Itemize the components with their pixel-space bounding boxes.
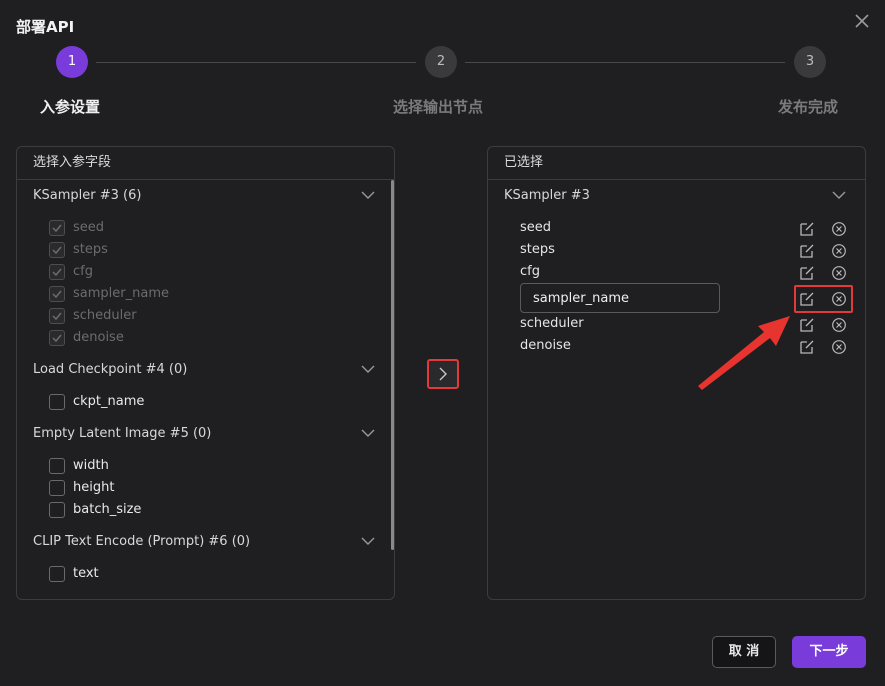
- remove-circle-icon[interactable]: [831, 243, 847, 259]
- edit-icon[interactable]: [799, 243, 815, 259]
- group-label: Empty Latent Image #5 (0): [33, 426, 212, 441]
- item-label: width: [73, 458, 109, 473]
- step-1-label: 入参设置: [40, 98, 101, 116]
- remove-circle-icon[interactable]: [831, 317, 847, 333]
- selected-item-label: steps: [520, 242, 555, 257]
- checkbox[interactable]: [49, 458, 65, 474]
- chevron-down-icon: [361, 365, 375, 373]
- checkbox-checked: [49, 308, 65, 324]
- checkbox-checked: [49, 330, 65, 346]
- field-name-input[interactable]: [520, 283, 720, 313]
- item-label: batch_size: [73, 502, 142, 517]
- checkbox-checked: [49, 286, 65, 302]
- item-label: text: [73, 566, 99, 581]
- selected-panel: 已选择: [487, 146, 866, 600]
- checkbox[interactable]: [49, 394, 65, 410]
- selected-panel-header: 已选择: [488, 147, 865, 180]
- item-label: height: [73, 480, 115, 495]
- transfer-right-button[interactable]: [427, 359, 459, 389]
- dialog-title: 部署API: [16, 18, 75, 36]
- selected-item-label: cfg: [520, 264, 540, 279]
- group-label: KSampler #3 (6): [33, 188, 142, 203]
- step-1-circle: 1: [56, 46, 88, 78]
- selected-item-label: seed: [520, 220, 552, 235]
- edit-icon[interactable]: [799, 339, 815, 355]
- group-clip-text-encode[interactable]: CLIP Text Encode (Prompt) #6 (0): [33, 532, 379, 552]
- step-3-label: 发布完成: [778, 98, 839, 116]
- selected-item-label: denoise: [520, 338, 571, 353]
- cancel-button[interactable]: 取 消: [712, 636, 776, 668]
- edit-icon[interactable]: [799, 221, 815, 237]
- checkbox[interactable]: [49, 566, 65, 582]
- item-label: scheduler: [73, 308, 137, 323]
- step-2-label: 选择输出节点: [393, 98, 484, 116]
- checkbox-checked: [49, 220, 65, 236]
- item-label: sampler_name: [73, 286, 169, 301]
- next-step-button[interactable]: 下一步: [792, 636, 866, 668]
- scrollbar[interactable]: [391, 180, 394, 550]
- checkbox-checked: [49, 242, 65, 258]
- remove-circle-icon[interactable]: [831, 265, 847, 281]
- step-connector: [96, 62, 416, 63]
- chevron-right-icon: [439, 367, 447, 381]
- remove-circle-icon[interactable]: [831, 291, 847, 307]
- step-3-circle: 3: [794, 46, 826, 78]
- selected-group-ksampler[interactable]: KSampler #3: [504, 186, 850, 206]
- edit-icon[interactable]: [799, 291, 815, 307]
- group-label: KSampler #3: [504, 188, 590, 203]
- item-label: ckpt_name: [73, 394, 145, 409]
- annotation-arrow-icon: [698, 316, 790, 390]
- chevron-down-icon: [361, 191, 375, 199]
- edit-icon[interactable]: [799, 317, 815, 333]
- group-label: Load Checkpoint #4 (0): [33, 362, 188, 377]
- item-label: cfg: [73, 264, 93, 279]
- checkbox[interactable]: [49, 502, 65, 518]
- group-load-checkpoint[interactable]: Load Checkpoint #4 (0): [33, 360, 379, 380]
- step-connector: [465, 62, 785, 63]
- item-label: denoise: [73, 330, 124, 345]
- selected-item-label: scheduler: [520, 316, 584, 331]
- group-label: CLIP Text Encode (Prompt) #6 (0): [33, 534, 251, 549]
- close-icon[interactable]: [852, 12, 872, 32]
- remove-circle-icon[interactable]: [831, 339, 847, 355]
- group-ksampler[interactable]: KSampler #3 (6): [33, 186, 379, 206]
- chevron-down-icon: [361, 429, 375, 437]
- edit-icon[interactable]: [799, 265, 815, 281]
- chevron-down-icon: [832, 191, 846, 199]
- item-label: steps: [73, 242, 108, 257]
- item-label: seed: [73, 220, 105, 235]
- checkbox-checked: [49, 264, 65, 280]
- step-2-circle: 2: [425, 46, 457, 78]
- checkbox[interactable]: [49, 480, 65, 496]
- remove-circle-icon[interactable]: [831, 221, 847, 237]
- source-panel-header: 选择入参字段: [17, 147, 394, 180]
- chevron-down-icon: [361, 537, 375, 545]
- group-empty-latent-image[interactable]: Empty Latent Image #5 (0): [33, 424, 379, 444]
